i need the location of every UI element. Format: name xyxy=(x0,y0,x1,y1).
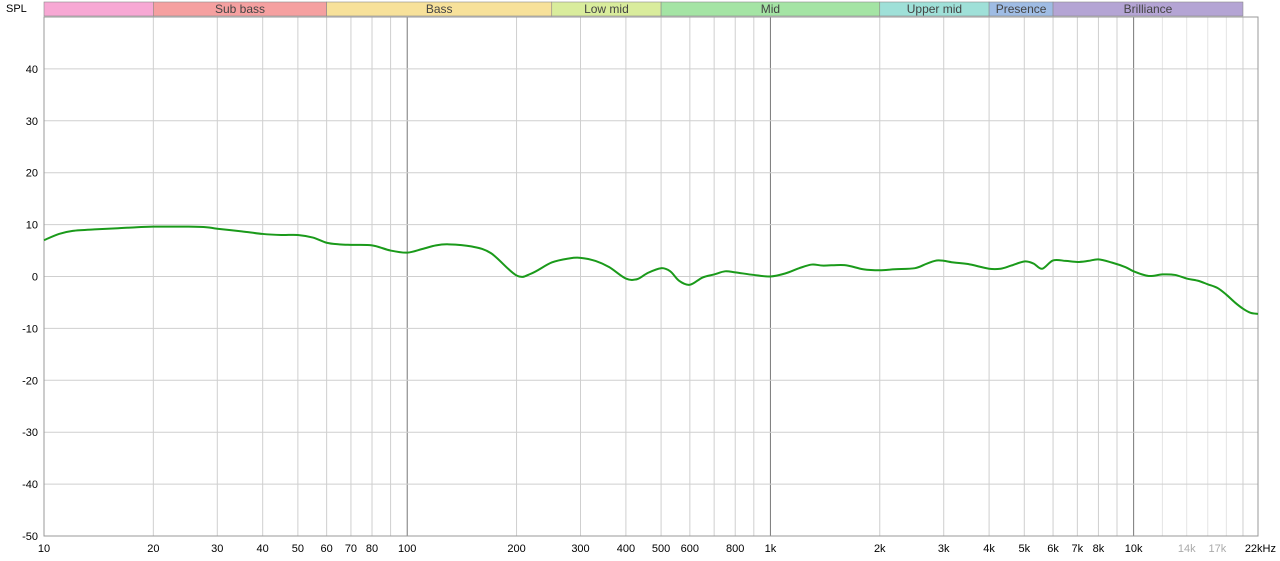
y-tick-8: -40 xyxy=(22,479,38,491)
y-tick-labels: 40 30 20 10 0 -10 -20 -30 -40 -50 xyxy=(22,64,38,543)
x-tick-22: 8k xyxy=(1093,543,1105,555)
y-tick-9: -50 xyxy=(22,531,38,543)
x-tick-26: 22kHz xyxy=(1245,543,1276,555)
y-tick-6: -20 xyxy=(22,375,38,387)
x-tick-14: 800 xyxy=(726,543,744,555)
x-tick-24: 14k xyxy=(1178,543,1196,555)
x-tick-7: 80 xyxy=(366,543,378,555)
band-label-5: Upper mid xyxy=(907,2,962,16)
x-tick-12: 500 xyxy=(652,543,670,555)
x-tick-23: 10k xyxy=(1125,543,1143,555)
band-label-3: Low mid xyxy=(584,2,629,16)
y-tick-7: -30 xyxy=(22,427,38,439)
frequency-response-chart: Sub bass Bass Low mid Mid Upper mid Presence B… xyxy=(6,1,1276,555)
x-tick-9: 200 xyxy=(507,543,525,555)
x-tick-8: 100 xyxy=(398,543,416,555)
y-tick-4: 0 xyxy=(32,272,38,284)
x-tick-5: 60 xyxy=(321,543,333,555)
y-tick-3: 10 xyxy=(26,220,38,232)
y-tick-5: -10 xyxy=(22,323,38,335)
x-tick-10: 300 xyxy=(571,543,589,555)
y-axis-label: SPL xyxy=(6,3,27,15)
x-tick-16: 2k xyxy=(874,543,886,555)
band-label-4: Mid xyxy=(761,2,780,16)
x-tick-19: 5k xyxy=(1018,543,1030,555)
x-tick-17: 3k xyxy=(938,543,950,555)
y-tick-0: 40 xyxy=(26,64,38,76)
x-tick-4: 50 xyxy=(292,543,304,555)
x-tick-3: 40 xyxy=(257,543,269,555)
x-tick-6: 70 xyxy=(345,543,357,555)
x-tick-2: 30 xyxy=(211,543,223,555)
x-tick-20: 6k xyxy=(1047,543,1059,555)
y-tick-1: 30 xyxy=(26,116,38,128)
x-tick-1: 20 xyxy=(147,543,159,555)
x-tick-labels: 10 20 30 40 50 60 70 80 100 200 300 400 500 600 800 1k 2… xyxy=(38,543,1276,555)
x-tick-0: 10 xyxy=(38,543,50,555)
band-label-2: Bass xyxy=(426,2,453,16)
frequency-bands: Sub bass Bass Low mid Mid Upper mid Presence B… xyxy=(43,1,1244,17)
band-label-1: Sub bass xyxy=(215,2,265,16)
x-tick-11: 400 xyxy=(617,543,635,555)
x-tick-25: 17k xyxy=(1208,543,1226,555)
x-tick-15: 1k xyxy=(765,543,777,555)
x-tick-21: 7k xyxy=(1072,543,1084,555)
band-label-7: Brilliance xyxy=(1124,2,1173,16)
x-tick-13: 600 xyxy=(681,543,699,555)
x-tick-18: 4k xyxy=(983,543,995,555)
band-label-6: Presence xyxy=(996,2,1047,16)
band-0 xyxy=(43,1,154,17)
y-tick-2: 20 xyxy=(26,168,38,180)
